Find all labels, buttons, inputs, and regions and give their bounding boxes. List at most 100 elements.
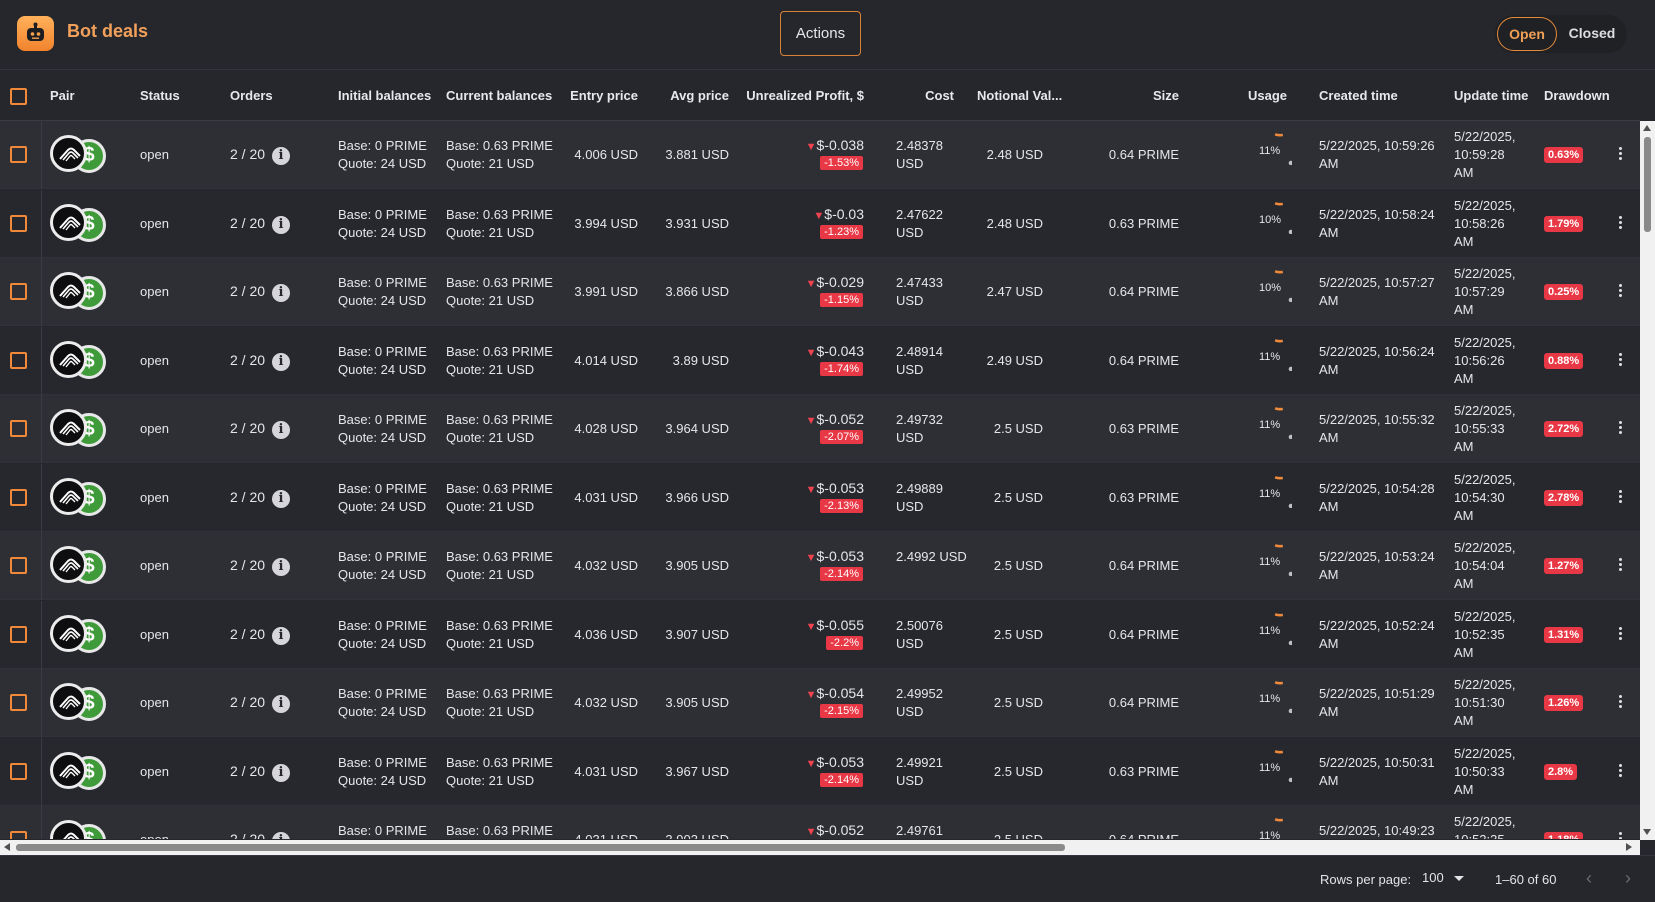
profit-percent-badge: -1.74% bbox=[820, 362, 863, 376]
column-pair[interactable]: Pair bbox=[50, 88, 75, 103]
column-update-time[interactable]: Update time bbox=[1454, 88, 1528, 103]
column-cost[interactable]: Cost bbox=[925, 88, 954, 103]
horizontal-scrollbar[interactable] bbox=[0, 840, 1640, 855]
info-icon[interactable]: i bbox=[272, 490, 290, 508]
column-drawdown[interactable]: Drawdown bbox=[1544, 88, 1610, 103]
table-row[interactable]: $open2 / 20iBase: 0 PRIMEQuote: 24 USDBa… bbox=[0, 669, 1640, 737]
vertical-scrollbar[interactable] bbox=[1640, 121, 1655, 840]
horizontal-scroll-thumb[interactable] bbox=[16, 844, 1065, 851]
scroll-down-arrow-icon[interactable] bbox=[1643, 829, 1651, 835]
column-initial-balances[interactable]: Initial balances bbox=[338, 88, 431, 103]
column-status[interactable]: Status bbox=[140, 88, 180, 103]
row-checkbox[interactable] bbox=[10, 352, 27, 369]
column-size[interactable]: Size bbox=[1153, 88, 1179, 103]
scroll-left-arrow-icon[interactable] bbox=[4, 843, 10, 851]
table-row[interactable]: $open2 / 20iBase: 0 PRIMEQuote: 24 USDBa… bbox=[0, 738, 1640, 806]
row-more-menu-icon[interactable] bbox=[1612, 282, 1628, 302]
select-all-checkbox[interactable] bbox=[10, 88, 27, 105]
column-unrealized-profit[interactable]: Unrealized Profit, $ bbox=[746, 88, 864, 103]
closed-filter-button[interactable]: Closed bbox=[1561, 17, 1623, 51]
row-checkbox[interactable] bbox=[10, 694, 27, 711]
next-page-icon[interactable]: › bbox=[1625, 868, 1631, 889]
table-row[interactable]: $open2 / 20iBase: 0 PRIMEQuote: 24 USDBa… bbox=[0, 190, 1640, 258]
initial-base: Base: 0 PRIME bbox=[338, 412, 427, 427]
column-usage[interactable]: Usage bbox=[1248, 88, 1287, 103]
info-icon[interactable]: i bbox=[272, 353, 290, 371]
unrealized-profit: ▼$-0.03 bbox=[813, 205, 864, 225]
prev-page-icon[interactable]: ‹ bbox=[1586, 868, 1592, 889]
created-time-ampm: AM bbox=[1319, 567, 1339, 582]
info-icon[interactable]: i bbox=[272, 216, 290, 234]
open-filter-button[interactable]: Open bbox=[1497, 17, 1557, 51]
table-row[interactable]: $open2 / 20iBase: 0 PRIMEQuote: 24 USDBa… bbox=[0, 532, 1640, 600]
table-row[interactable]: $open2 / 20iBase: 0 PRIMEQuote: 24 USDBa… bbox=[0, 258, 1640, 326]
column-created-time[interactable]: Created time bbox=[1319, 88, 1398, 103]
row-checkbox[interactable] bbox=[10, 489, 27, 506]
row-more-menu-icon[interactable] bbox=[1612, 488, 1628, 508]
info-icon[interactable]: i bbox=[272, 695, 290, 713]
prime-coin-icon bbox=[50, 204, 87, 241]
column-divider bbox=[41, 669, 42, 737]
size-value: 0.64 PRIME bbox=[1108, 353, 1179, 368]
table-row[interactable]: $open2 / 20iBase: 0 PRIMEQuote: 24 USDBa… bbox=[0, 601, 1640, 669]
info-icon[interactable]: i bbox=[272, 832, 290, 839]
prime-coin-icon bbox=[50, 478, 87, 515]
rows-per-page-select[interactable]: 100 bbox=[1422, 870, 1464, 890]
cost-value: 2.49732 bbox=[896, 412, 943, 427]
column-orders[interactable]: Orders bbox=[230, 88, 273, 103]
initial-quote: Quote: 24 USD bbox=[338, 430, 427, 445]
status-text: open bbox=[140, 764, 169, 779]
current-quote: Quote: 21 USD bbox=[446, 430, 535, 445]
table-row[interactable]: $open2 / 20iBase: 0 PRIMEQuote: 24 USDBa… bbox=[0, 806, 1640, 839]
row-more-menu-icon[interactable] bbox=[1612, 556, 1628, 576]
column-avg-price[interactable]: Avg price bbox=[670, 88, 729, 103]
actions-button[interactable]: Actions bbox=[780, 11, 861, 56]
info-icon[interactable]: i bbox=[272, 764, 290, 782]
vertical-scroll-thumb[interactable] bbox=[1644, 137, 1651, 232]
row-checkbox[interactable] bbox=[10, 763, 27, 780]
scroll-up-arrow-icon[interactable] bbox=[1643, 125, 1651, 131]
row-more-menu-icon[interactable] bbox=[1612, 625, 1628, 645]
info-icon[interactable]: i bbox=[272, 284, 290, 302]
rows-per-page-label: Rows per page: bbox=[1320, 872, 1412, 887]
column-current-balances[interactable]: Current balances bbox=[446, 88, 552, 103]
row-more-menu-icon[interactable] bbox=[1612, 145, 1628, 165]
info-icon[interactable]: i bbox=[272, 147, 290, 165]
row-more-menu-icon[interactable] bbox=[1612, 693, 1628, 713]
row-checkbox[interactable] bbox=[10, 557, 27, 574]
row-checkbox[interactable] bbox=[10, 146, 27, 163]
current-base: Base: 0.63 PRIME bbox=[446, 412, 553, 427]
orders-count: 2 / 20 bbox=[230, 420, 266, 436]
status-text: open bbox=[140, 147, 169, 162]
row-more-menu-icon[interactable] bbox=[1612, 830, 1628, 839]
scroll-right-arrow-icon[interactable] bbox=[1626, 843, 1632, 851]
info-icon[interactable]: i bbox=[272, 627, 290, 645]
info-icon[interactable]: i bbox=[272, 421, 290, 439]
down-arrow-icon: ▼ bbox=[805, 141, 817, 153]
table-row[interactable]: $open2 / 20iBase: 0 PRIMEQuote: 24 USDBa… bbox=[0, 395, 1640, 463]
usage-percent: 11% bbox=[1259, 145, 1281, 157]
table-row[interactable]: $open2 / 20iBase: 0 PRIMEQuote: 24 USDBa… bbox=[0, 121, 1640, 189]
current-base: Base: 0.63 PRIME bbox=[446, 618, 553, 633]
size-value: 0.64 PRIME bbox=[1108, 695, 1179, 710]
row-checkbox[interactable] bbox=[10, 283, 27, 300]
row-more-menu-icon[interactable] bbox=[1612, 351, 1628, 371]
row-checkbox[interactable] bbox=[10, 215, 27, 232]
column-entry-price[interactable]: Entry price bbox=[570, 88, 638, 103]
initial-quote: Quote: 24 USD bbox=[338, 567, 427, 582]
table-row[interactable]: $open2 / 20iBase: 0 PRIMEQuote: 24 USDBa… bbox=[0, 327, 1640, 395]
profit-percent-badge: -2.15% bbox=[820, 704, 863, 718]
table-row[interactable]: $open2 / 20iBase: 0 PRIMEQuote: 24 USDBa… bbox=[0, 464, 1640, 532]
robot-icon bbox=[17, 16, 54, 51]
row-checkbox[interactable] bbox=[10, 626, 27, 643]
row-checkbox[interactable] bbox=[10, 420, 27, 437]
update-time: 10:58:26 bbox=[1454, 216, 1505, 231]
row-more-menu-icon[interactable] bbox=[1612, 419, 1628, 439]
entry-price: 4.031 USD bbox=[574, 490, 638, 505]
row-more-menu-icon[interactable] bbox=[1612, 214, 1628, 234]
row-more-menu-icon[interactable] bbox=[1612, 762, 1628, 782]
column-notional-value[interactable]: Notional Val... bbox=[977, 88, 1062, 103]
prime-coin-icon bbox=[50, 820, 87, 839]
info-icon[interactable]: i bbox=[272, 558, 290, 576]
row-checkbox[interactable] bbox=[10, 831, 27, 839]
